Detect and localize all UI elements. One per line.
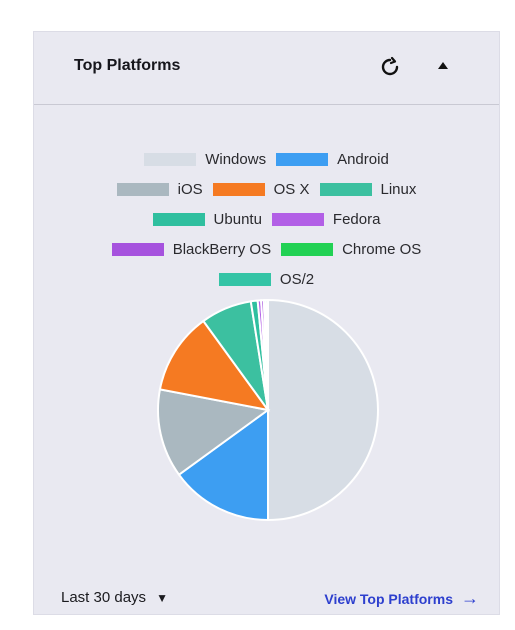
legend-swatch [144,152,197,166]
legend-label: BlackBerry OS [172,240,272,258]
legend-item-android[interactable]: Android [276,151,389,168]
legend-label: iOS [177,180,203,198]
chart-legend: Windows Android iOS OS X Linux Ubuntu Fe… [34,144,499,294]
legend-label: Windows [205,150,267,168]
legend-label: Fedora [332,210,381,228]
legend-swatch [111,242,164,256]
card-title: Top Platforms [74,57,181,74]
legend-label: Android [337,150,389,168]
refresh-icon [381,56,399,76]
legend-row: Windows Android [34,144,499,174]
date-range-label: Last 30 days [61,589,147,606]
legend-item-blackberry-os[interactable]: BlackBerry OS [111,240,272,258]
collapse-up-icon [438,62,448,69]
legend-row: OS/2 [34,264,499,294]
legend-row: Ubuntu Fedora [34,204,499,234]
arrow-right-icon: → [461,588,479,608]
legend-swatch [152,212,205,226]
legend-item-linux[interactable]: Linux [319,180,417,198]
view-top-platforms-link[interactable]: View Top Platforms → [324,588,479,609]
legend-swatch [116,182,169,196]
top-platforms-card: Top Platforms Windows Android iOS OS X L… [33,31,500,615]
legend-item-fedora[interactable]: Fedora [271,210,381,228]
legend-item-windows[interactable]: Windows [144,151,266,168]
legend-row: iOS OS X Linux [34,174,499,204]
legend-row: BlackBerry OS Chrome OS [34,234,499,264]
legend-label: OS/2 [279,270,315,288]
legend-swatch [218,272,271,286]
legend-swatch [276,152,329,166]
legend-item-chrome-os[interactable]: Chrome OS [281,241,421,258]
date-range-dropdown[interactable]: Last 30 days ▼ [61,589,168,606]
platforms-pie-chart [157,298,379,522]
view-link-label: View Top Platforms [324,590,453,607]
caret-down-icon: ▼ [156,590,168,605]
pie-slice-windows[interactable] [267,298,379,522]
legend-swatch [271,212,324,226]
legend-label: Chrome OS [342,240,422,258]
legend-swatch [319,182,372,196]
legend-swatch [281,242,334,256]
collapse-button[interactable] [435,58,451,74]
legend-item-os2[interactable]: OS/2 [218,270,315,288]
legend-label: Ubuntu [213,210,262,228]
legend-label: OS X [273,180,310,198]
legend-label: Linux [380,180,417,198]
legend-item-osx[interactable]: OS X [212,180,310,198]
refresh-button[interactable] [379,56,401,78]
card-header: Top Platforms [34,32,499,105]
legend-swatch [212,182,265,196]
legend-item-ios[interactable]: iOS [116,180,203,198]
legend-item-ubuntu[interactable]: Ubuntu [152,210,262,228]
